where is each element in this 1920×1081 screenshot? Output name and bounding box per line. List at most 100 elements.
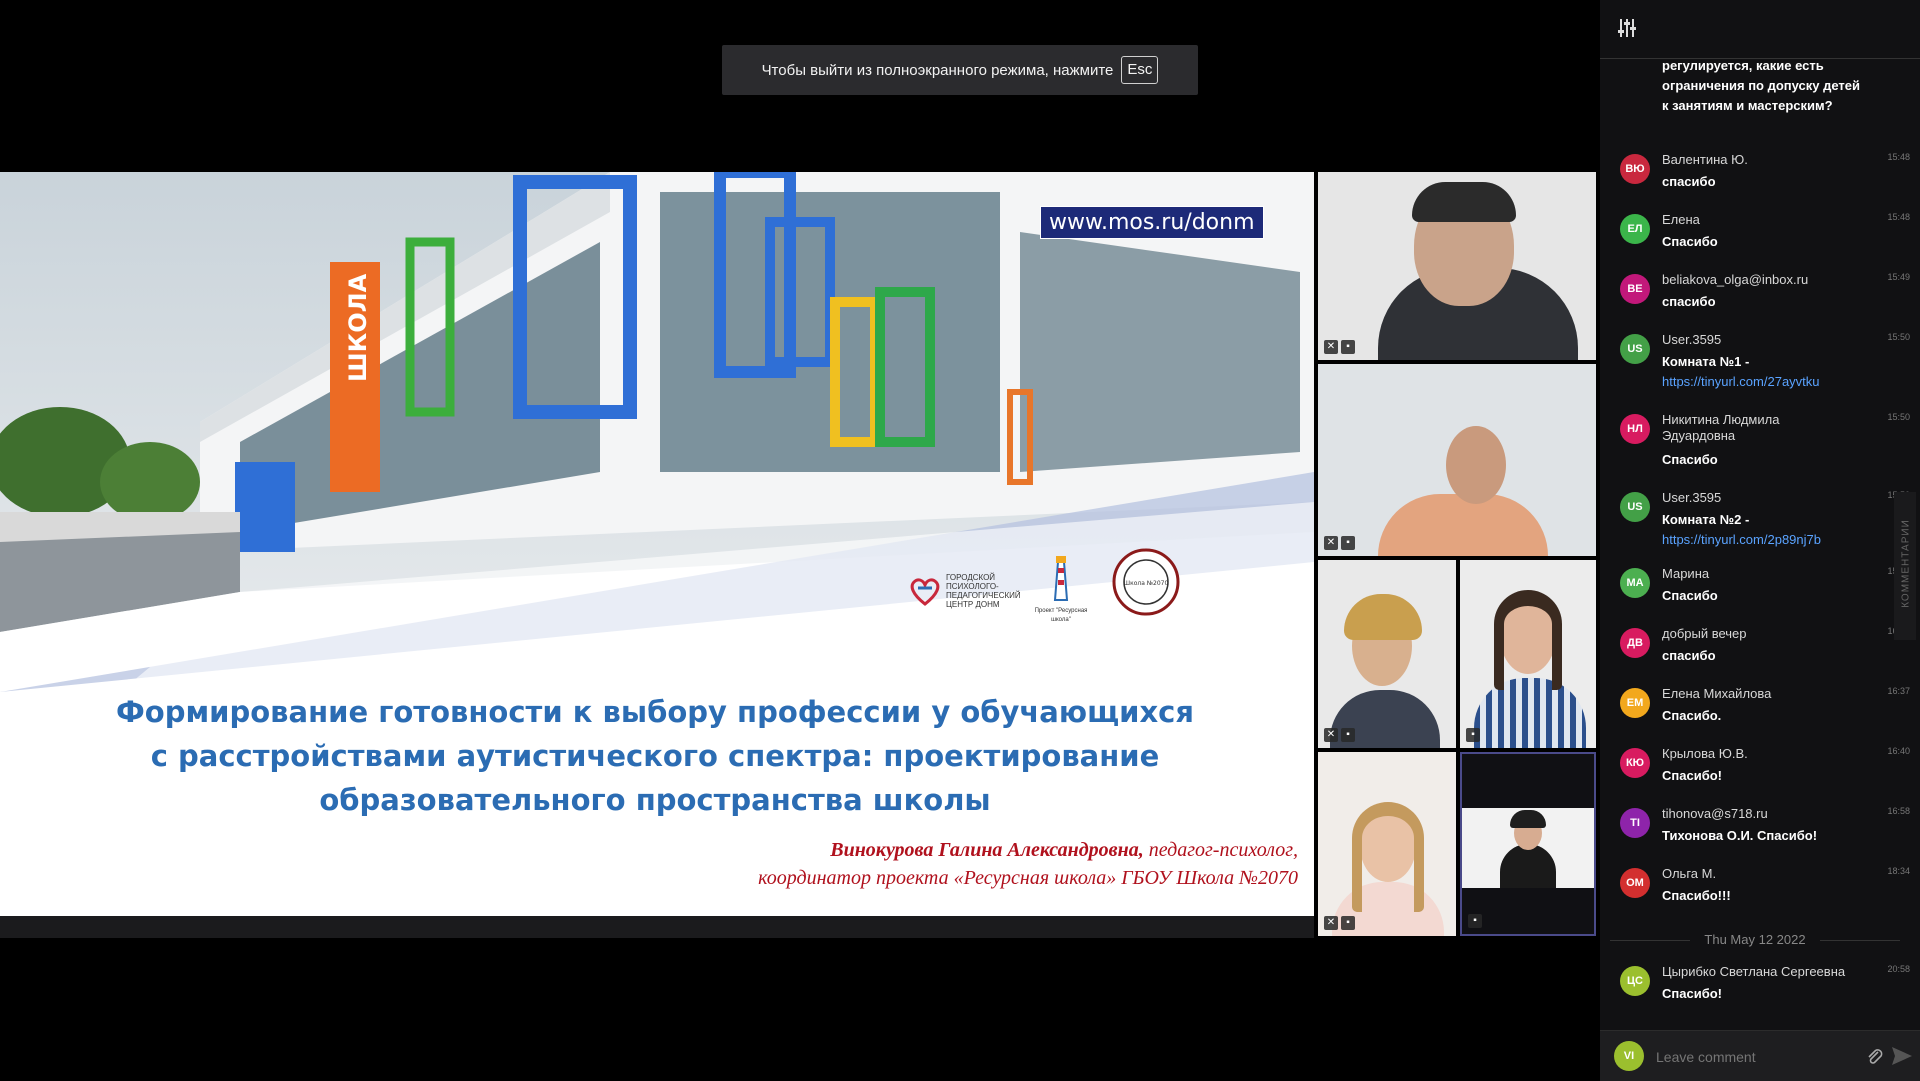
chat-message: ВЮ Валентина Ю. 15:48 спасибо — [1620, 152, 1910, 204]
chat-previous-message: регулируется, какие есть ограничения по … — [1662, 58, 1861, 113]
author-name: Винокурова Галина Александровна, — [830, 839, 1144, 861]
user-avatar: МА — [1620, 568, 1650, 598]
comments-side-tab[interactable]: КОММЕНТАРИИ — [1894, 492, 1916, 640]
presentation-slide: ШКОЛА www.mos.ru/donm ГОРОДСКОЙ ПСИХОЛОГО… — [0, 172, 1314, 916]
message-author: Елена — [1662, 212, 1700, 227]
message-text-content: спасибо — [1662, 648, 1716, 663]
message-text: Спасибо! — [1662, 986, 1872, 1002]
message-text-content: Комната №1 - — [1662, 354, 1750, 369]
user-avatar: ВЮ — [1620, 154, 1650, 184]
video-tile-4[interactable]: ▪ — [1460, 560, 1596, 748]
message-text: Спасибо! — [1662, 768, 1872, 784]
participant-hair — [1344, 594, 1422, 640]
chat-message: ЕЛ Елена 15:48 Спасибо — [1620, 212, 1910, 264]
svg-text:Школа №2070: Школа №2070 — [1124, 580, 1169, 587]
message-text: Спасибо — [1662, 588, 1872, 604]
message-text: Спасибо!!! — [1662, 888, 1872, 904]
message-link[interactable]: https://tinyurl.com/27ayvtku — [1662, 374, 1872, 390]
participant-video-area — [1462, 808, 1594, 888]
video-tile-2[interactable]: ✕ ▪ — [1318, 364, 1596, 556]
ppc-logo: ГОРОДСКОЙ ПСИХОЛОГО- ПЕДАГОГИЧЕСКИЙ ЦЕНТР Д… — [908, 568, 1028, 614]
message-author: Ольга М. — [1662, 866, 1717, 881]
message-author: Никитина Людмила Эдуардовна — [1662, 412, 1780, 443]
chat-message: ЕМ Елена Михайлова 16:37 Спасибо. — [1620, 686, 1910, 738]
user-avatar: BE — [1620, 274, 1650, 304]
user-avatar: TI — [1620, 808, 1650, 838]
message-time: 15:50 — [1887, 332, 1910, 342]
message-author: User.3595 — [1662, 490, 1722, 505]
chat-input-bar: VI — [1600, 1030, 1920, 1081]
participant-hair — [1494, 590, 1562, 690]
message-author: tihonova@s718.ru — [1662, 806, 1768, 821]
message-time: 15:50 — [1887, 412, 1910, 422]
ppc-logo-text: ГОРОДСКОЙ ПСИХОЛОГО- ПЕДАГОГИЧЕСКИЙ ЦЕНТР Д… — [946, 573, 1021, 609]
message-text: Комната №2 - https://tinyurl.com/2p89nj7b — [1662, 512, 1872, 548]
message-text-content: спасибо — [1662, 294, 1716, 309]
chat-message: НЛ Никитина Людмила Эдуардовна 15:50 Спасиб… — [1620, 412, 1910, 467]
chat-message: КЮ Крылова Ю.В. 16:40 Спасибо! — [1620, 746, 1910, 798]
video-tile-6-active[interactable]: ▪ — [1460, 752, 1596, 936]
send-icon[interactable] — [1892, 1047, 1912, 1065]
camera-icon: ▪ — [1341, 916, 1355, 930]
participant-face — [1446, 426, 1506, 504]
user-avatar: US — [1620, 492, 1650, 522]
chat-message: МАМарина15:56Спасибо — [1620, 566, 1910, 618]
message-text: спасибо — [1662, 174, 1872, 190]
message-text-content: Спасибо! — [1662, 986, 1722, 1001]
user-avatar: КЮ — [1620, 748, 1650, 778]
paperclip-icon[interactable] — [1866, 1047, 1884, 1065]
video-tile-1[interactable]: ✕ ▪ — [1318, 172, 1596, 360]
slide-title: Формирование готовности к выбору професс… — [116, 695, 1194, 817]
user-avatar: ЕМ — [1620, 688, 1650, 718]
message-time: 18:34 — [1887, 866, 1910, 876]
chat-message: ЦС Цырибко Светлана Сергеевна 20:58 Спасибо… — [1620, 964, 1910, 1016]
user-avatar: ЦС — [1620, 966, 1650, 996]
comments-side-tab-label: КОММЕНТАРИИ — [1900, 519, 1912, 608]
message-time: 15:48 — [1887, 152, 1910, 162]
lighthouse-icon — [1053, 556, 1069, 601]
video-tile-3[interactable]: ✕ ▪ — [1318, 560, 1456, 748]
message-text-content: Спасибо! — [1662, 768, 1722, 783]
mic-muted-icon: ✕ — [1324, 916, 1338, 930]
message-text: Тихонова О.И. Спасибо! — [1662, 828, 1872, 844]
current-user-avatar: VI — [1614, 1041, 1644, 1071]
fullscreen-exit-banner: Чтобы выйти из полноэкранного режима, на… — [722, 45, 1198, 95]
chat-message: ДВдобрый вечер16:12спасибо — [1620, 626, 1910, 678]
esc-key-label: Esc — [1121, 56, 1159, 84]
message-text-content: Спасибо. — [1662, 708, 1722, 723]
user-avatar: US — [1620, 334, 1650, 364]
message-text-content: Спасибо!!! — [1662, 888, 1731, 903]
video-tile-5[interactable]: ✕ ▪ — [1318, 752, 1456, 936]
message-author: Крылова Ю.В. — [1662, 746, 1748, 761]
message-author: добрый вечер — [1662, 626, 1747, 641]
message-text-content: спасибо — [1662, 174, 1716, 189]
chat-message: BE beliakova_olga@inbox.ru 15:49 спасибо — [1620, 272, 1910, 324]
participant-hair — [1352, 802, 1424, 912]
camera-icon: ▪ — [1341, 728, 1355, 742]
camera-icon: ▪ — [1466, 728, 1480, 742]
message-text-content: Спасибо — [1662, 234, 1718, 249]
message-author: Марина — [1662, 566, 1710, 581]
message-time: 15:48 — [1887, 212, 1910, 222]
sliders-icon[interactable] — [1618, 18, 1636, 38]
mic-muted-icon: ✕ — [1324, 536, 1338, 550]
message-time: 20:58 — [1887, 964, 1910, 974]
message-text: Спасибо — [1662, 234, 1872, 250]
comment-input[interactable] — [1654, 1043, 1848, 1071]
camera-icon: ▪ — [1341, 340, 1355, 354]
message-text: спасибо — [1662, 294, 1872, 310]
message-time: 15:49 — [1887, 272, 1910, 282]
message-author: Валентина Ю. — [1662, 152, 1748, 167]
stage-footer-bar — [0, 916, 1314, 938]
message-link[interactable]: https://tinyurl.com/2p89nj7b — [1662, 532, 1872, 548]
school-2070-emblem: Школа №2070 — [1112, 548, 1180, 616]
message-author: Елена Михайлова — [1662, 686, 1772, 701]
participant-figure — [1500, 844, 1556, 888]
building-sign: ШКОЛА — [344, 273, 372, 382]
user-avatar: ДВ — [1620, 628, 1650, 658]
school-emblem-icon: Школа №2070 — [1112, 548, 1180, 616]
mic-muted-icon: ✕ — [1324, 340, 1338, 354]
heart-logo-icon — [910, 578, 940, 606]
message-text-content: Тихонова О.И. Спасибо! — [1662, 828, 1818, 843]
user-avatar: НЛ — [1620, 414, 1650, 444]
